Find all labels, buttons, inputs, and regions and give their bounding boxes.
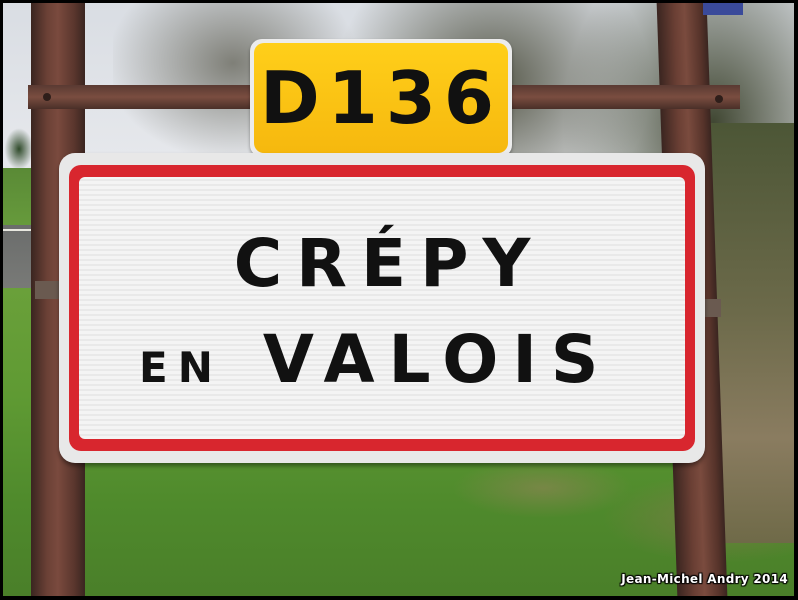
town-name-line2: EN VALOIS [139,327,679,393]
photo: D136 CRÉPY EN VALOIS Jean-Michel Andry 20… [0,0,798,600]
post-cap [703,3,743,15]
photo-credit: Jean-Michel Andry 2014 [621,572,788,586]
town-entry-sign: CRÉPY EN VALOIS [59,153,705,463]
route-number-sign: D136 [250,39,512,157]
route-number: D136 [259,56,503,140]
route-sign-face: D136 [254,43,508,153]
bolt [715,95,723,103]
left-clamp [35,281,59,299]
town-name-line1: CRÉPY [233,225,545,302]
bolt [43,93,51,101]
town-name-small-word: EN [139,343,223,392]
town-name-large-word: VALOIS [262,321,613,398]
photo-frame: D136 CRÉPY EN VALOIS Jean-Michel Andry 20… [3,3,794,596]
town-sign-face: CRÉPY EN VALOIS [79,177,685,439]
